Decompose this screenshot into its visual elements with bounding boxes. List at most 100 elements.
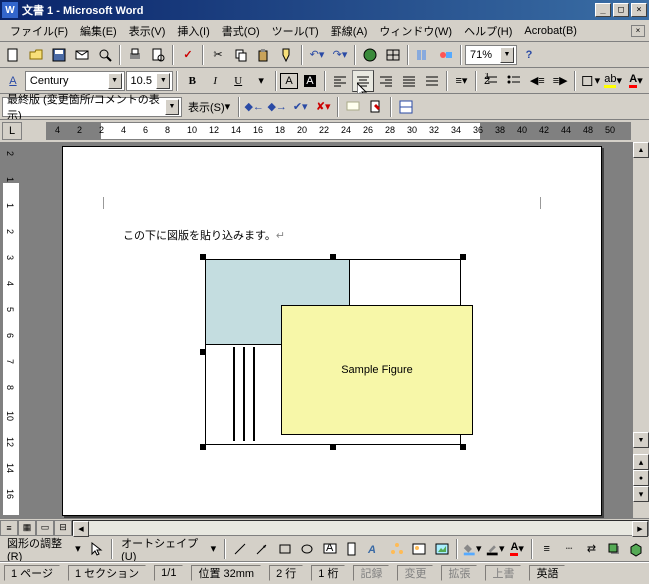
borders-button[interactable]: ▾ (579, 70, 601, 92)
3d-button[interactable] (626, 538, 647, 560)
align-right-button[interactable] (375, 70, 397, 92)
distribute-button[interactable] (421, 70, 443, 92)
mail-button[interactable] (71, 44, 93, 66)
print-button[interactable] (124, 44, 146, 66)
clipart-button[interactable] (409, 538, 430, 560)
minimize-button[interactable]: _ (595, 3, 611, 17)
menu-tools[interactable]: ツール(T) (266, 21, 325, 41)
align-center-button[interactable]: 中央揃え (352, 70, 374, 92)
highlight-button[interactable]: ab▾ (602, 70, 624, 92)
next-change-button[interactable]: ◆→ (266, 96, 288, 118)
normal-view-button[interactable]: ≡ (0, 520, 18, 536)
browse-object-button[interactable]: ● (633, 470, 649, 486)
increase-indent-button[interactable]: ≡▶ (549, 70, 571, 92)
line-tool-button[interactable] (229, 538, 250, 560)
outline-view-button[interactable]: ⊟ (54, 520, 72, 536)
search-button[interactable] (94, 44, 116, 66)
menu-table[interactable]: 罫線(A) (325, 21, 374, 41)
save-button[interactable] (48, 44, 70, 66)
scroll-down-button[interactable]: ▼ (633, 432, 649, 448)
format-painter-button[interactable] (276, 44, 298, 66)
vertical-scrollbar[interactable]: ▲ ▼ ▴ ● ▾ (633, 142, 649, 518)
status-ext[interactable]: 拡張 (441, 565, 477, 581)
body-text[interactable]: この下に図版を貼り込みます。↵ (123, 227, 285, 244)
underline-button[interactable]: U (227, 70, 249, 92)
menu-help[interactable]: ヘルプ(H) (458, 21, 518, 41)
hyperlink-button[interactable] (359, 44, 381, 66)
vertical-textbox-button[interactable] (341, 538, 362, 560)
menu-format[interactable]: 書式(O) (216, 21, 266, 41)
web-view-button[interactable]: ▦ (18, 520, 36, 536)
fill-color-button[interactable]: ▾ (461, 538, 483, 560)
chevron-down-icon[interactable]: ▼ (108, 73, 122, 89)
arrow-style-button[interactable]: ⇄ (581, 538, 602, 560)
undo-button[interactable]: ↶▾ (306, 44, 328, 66)
line-color-button[interactable]: ▾ (484, 538, 506, 560)
browse-prev-button[interactable]: ▴ (633, 454, 649, 470)
close-button[interactable]: × (631, 3, 647, 17)
reject-change-button[interactable]: ✘▾ (312, 96, 334, 118)
font-color-button[interactable]: A▾ (625, 70, 647, 92)
scroll-left-button[interactable]: ◀ (73, 521, 89, 537)
show-menu-button[interactable]: 表示(S) ▾ (183, 96, 235, 118)
autoshapes-button[interactable]: オートシェイプ(U) ▾ (116, 538, 221, 560)
underline-dropdown-button[interactable]: ▾ (250, 70, 272, 92)
tab-selector[interactable]: L (2, 122, 22, 140)
help-button[interactable]: ? (518, 44, 540, 66)
numbering-button[interactable]: 12 (480, 70, 502, 92)
horizontal-scrollbar[interactable]: ◀ ▶ (72, 520, 649, 536)
menu-insert[interactable]: 挿入(I) (171, 21, 215, 41)
char-shading-button[interactable]: A (299, 70, 321, 92)
font-name-combo[interactable]: Century ▼ (25, 71, 125, 91)
textbox-tool-button[interactable]: A (319, 538, 340, 560)
menu-view[interactable]: 表示(V) (123, 21, 172, 41)
bold-button[interactable]: B (181, 70, 203, 92)
paste-button[interactable] (253, 44, 275, 66)
select-objects-button[interactable] (87, 538, 108, 560)
draw-menu-button[interactable]: 図形の調整(R) ▾ (2, 538, 86, 560)
browse-next-button[interactable]: ▾ (633, 486, 649, 502)
chevron-down-icon[interactable]: ▼ (500, 47, 514, 63)
figure-group-selected[interactable]: Sample Figure (203, 257, 463, 447)
scroll-up-button[interactable]: ▲ (633, 142, 649, 158)
char-border-button[interactable]: A (280, 73, 298, 89)
font-size-combo[interactable]: 10.5 ▼ (126, 71, 174, 91)
tables-borders-button[interactable] (382, 44, 404, 66)
status-ovr[interactable]: 上書 (485, 565, 521, 581)
italic-button[interactable]: I (204, 70, 226, 92)
status-rec[interactable]: 記録 (353, 565, 389, 581)
decrease-indent-button[interactable]: ◀≡ (526, 70, 548, 92)
insert-picture-button[interactable] (431, 538, 452, 560)
figure-yellow-rect[interactable]: Sample Figure (281, 305, 473, 435)
horizontal-ruler[interactable]: 4224681012141618202224262830323436384042… (46, 122, 631, 140)
spelling-button[interactable]: ✓ (177, 44, 199, 66)
shadow-button[interactable] (603, 538, 624, 560)
scroll-right-button[interactable]: ▶ (632, 521, 648, 537)
oval-tool-button[interactable] (296, 538, 317, 560)
menu-file[interactable]: ファイル(F) (4, 21, 74, 41)
redo-button[interactable]: ↷▾ (329, 44, 351, 66)
status-trk[interactable]: 変更 (397, 565, 433, 581)
diagram-button[interactable] (386, 538, 407, 560)
display-for-review-combo[interactable]: 最終版 (変更箇所/コメントの表示) ▼ (2, 97, 182, 117)
styles-pane-button[interactable]: A (2, 70, 24, 92)
zoom-combo[interactable]: 71% ▼ (465, 45, 517, 65)
accept-change-button[interactable]: ✔▾ (289, 96, 311, 118)
chevron-down-icon[interactable]: ▼ (165, 99, 179, 115)
vertical-ruler[interactable]: 211234567810121416 (2, 142, 20, 516)
maximize-button[interactable]: □ (613, 3, 629, 17)
cut-button[interactable]: ✂ (207, 44, 229, 66)
drawing-toggle-button[interactable] (435, 44, 457, 66)
document-viewport[interactable]: この下に図版を貼り込みます。↵ Sample Figure (22, 142, 649, 518)
bullets-button[interactable] (503, 70, 525, 92)
copy-button[interactable] (230, 44, 252, 66)
print-layout-view-button[interactable]: ▭ (36, 520, 54, 536)
new-doc-button[interactable] (2, 44, 24, 66)
dash-style-button[interactable]: ┈ (558, 538, 579, 560)
menu-window[interactable]: ウィンドウ(W) (373, 21, 458, 41)
doc-close-button[interactable]: × (631, 25, 645, 37)
prev-change-button[interactable]: ◆← (243, 96, 265, 118)
arrow-tool-button[interactable] (252, 538, 273, 560)
line-style-button[interactable]: ≡ (536, 538, 557, 560)
reviewing-pane-button[interactable] (395, 96, 417, 118)
